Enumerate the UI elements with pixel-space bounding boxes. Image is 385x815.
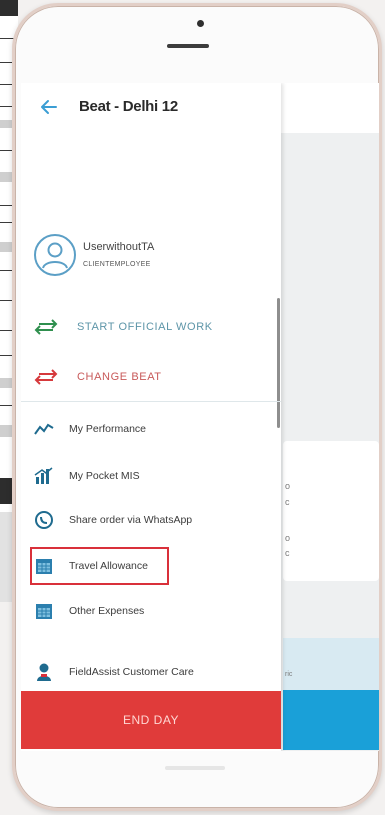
start-official-work-label: START OFFICIAL WORK xyxy=(77,321,213,333)
menu-item-customer-care[interactable]: FieldAssist Customer Care xyxy=(33,659,194,685)
menu-label: Other Expenses xyxy=(69,605,145,617)
user-name: UserwithoutTA xyxy=(83,241,155,253)
menu-label: FieldAssist Customer Care xyxy=(69,666,194,678)
background-card xyxy=(283,441,379,581)
phone-screen: o c o c ric Beat - Delhi 12 UserwithoutT… xyxy=(21,83,379,751)
highlight-box xyxy=(30,547,169,585)
change-beat-label: CHANGE BEAT xyxy=(77,371,162,383)
phone-frame: o c o c ric Beat - Delhi 12 UserwithoutT… xyxy=(12,3,382,811)
menu-label: My Performance xyxy=(69,423,147,435)
background-text: ric xyxy=(285,671,293,678)
avatar-icon[interactable] xyxy=(33,233,77,277)
menu-label: My Pocket MIS xyxy=(69,470,140,482)
background-blue-bar xyxy=(283,690,379,750)
back-arrow-icon[interactable] xyxy=(39,97,59,117)
background-text: c xyxy=(285,497,290,507)
background-text: c xyxy=(285,548,290,558)
swap-arrows-red-icon xyxy=(34,369,58,385)
menu-label: Share order via WhatsApp xyxy=(69,514,193,526)
customer-care-icon xyxy=(33,661,55,683)
camera-dot xyxy=(197,20,204,27)
bar-chart-icon xyxy=(33,465,55,487)
drawer-divider xyxy=(21,401,281,402)
user-role: CLIENTEMPLOYEE xyxy=(83,261,151,268)
menu-item-other-expenses[interactable]: Other Expenses xyxy=(33,598,144,624)
menu-item-share-whatsapp[interactable]: Share order via WhatsApp xyxy=(33,507,192,533)
start-official-work-button[interactable]: START OFFICIAL WORK xyxy=(33,315,213,339)
calendar-icon xyxy=(33,600,55,622)
whatsapp-icon xyxy=(33,509,55,531)
end-day-button[interactable]: END DAY xyxy=(21,691,281,749)
drawer-title: Beat - Delhi 12 xyxy=(79,98,178,115)
performance-chart-icon xyxy=(33,418,55,440)
navigation-drawer: Beat - Delhi 12 UserwithoutTA CLIENTEMPL… xyxy=(21,83,281,751)
background-text: o xyxy=(285,481,291,491)
speaker-grille xyxy=(167,44,209,48)
drawer-scrollbar[interactable] xyxy=(277,298,280,428)
swap-arrows-icon xyxy=(34,319,58,335)
menu-item-my-pocket-mis[interactable]: My Pocket MIS xyxy=(33,463,140,489)
menu-item-my-performance[interactable]: My Performance xyxy=(33,416,146,442)
home-indicator xyxy=(165,766,225,770)
background-strip xyxy=(283,638,379,690)
doc-block xyxy=(0,0,18,16)
change-beat-button[interactable]: CHANGE BEAT xyxy=(33,365,162,389)
background-text: o xyxy=(285,533,291,543)
